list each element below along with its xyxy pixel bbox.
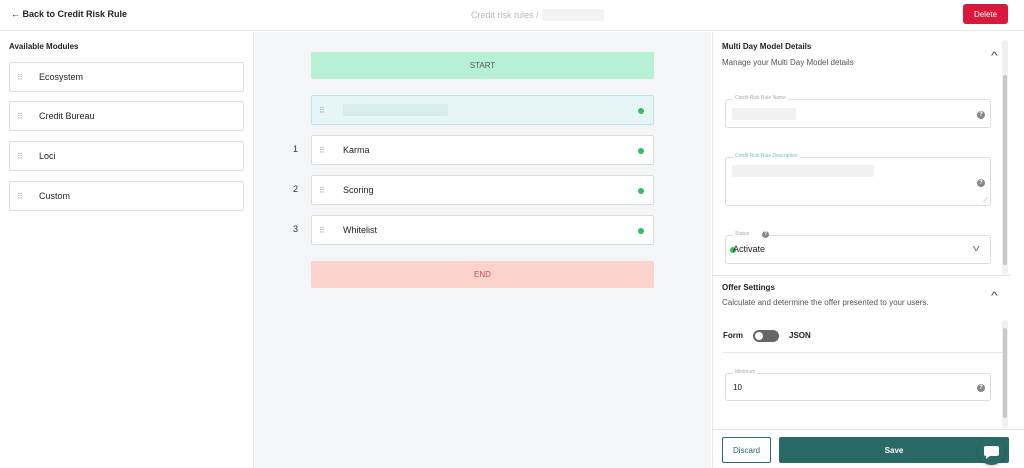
- drag-handle-icon[interactable]: ⠿: [17, 192, 29, 201]
- drag-handle-icon[interactable]: ⠿: [17, 73, 29, 82]
- rule-name-field[interactable]: Credit Risk Rule Name ?: [725, 95, 991, 128]
- rule-description-field[interactable]: Credit Risk Rule Description ? ⟋: [725, 153, 991, 206]
- resize-handle-icon[interactable]: ⟋: [983, 197, 988, 205]
- offer-title: Offer Settings: [722, 283, 775, 292]
- drag-handle-icon[interactable]: ⠿: [319, 146, 331, 155]
- module-custom[interactable]: ⠿ Custom: [9, 181, 244, 211]
- status-select[interactable]: Status ? Activate v: [725, 231, 991, 264]
- rule-name-label: Credit Risk Rule Name: [733, 95, 788, 101]
- help-icon[interactable]: ?: [762, 231, 769, 238]
- drag-handle-icon[interactable]: ⠿: [17, 112, 29, 121]
- details-description: Manage your Multi Day Model details: [722, 58, 854, 67]
- offer-scrollbar-thumb[interactable]: [1003, 328, 1007, 418]
- flow-step-scoring[interactable]: ⠿ Scoring: [311, 175, 654, 205]
- flow-step-karma[interactable]: ⠿ Karma: [311, 135, 654, 165]
- step-number: 1: [293, 144, 299, 154]
- module-label: Credit Bureau: [39, 111, 95, 121]
- section-divider: [723, 352, 1003, 353]
- step-number: 2: [293, 184, 299, 194]
- module-label: Custom: [39, 191, 71, 201]
- breadcrumb-text: Credit risk rules /: [471, 10, 539, 20]
- status-dot-icon: [638, 108, 644, 114]
- drag-handle-icon[interactable]: ⠿: [319, 226, 331, 235]
- minimum-label: Minimum: [733, 369, 758, 375]
- chevron-down-icon[interactable]: v: [973, 243, 980, 253]
- flow-end: END: [311, 261, 654, 288]
- step-label: Karma: [343, 145, 370, 155]
- module-label: Ecosystem: [39, 72, 84, 82]
- modules-title: Available Modules: [9, 42, 79, 51]
- rule-description-label: Credit Risk Rule Description: [733, 153, 800, 159]
- status-label: Status: [733, 231, 762, 237]
- save-button[interactable]: Save: [779, 437, 1009, 463]
- drag-handle-icon[interactable]: ⠿: [17, 152, 29, 161]
- chevron-up-icon[interactable]: ^: [991, 291, 998, 302]
- back-link[interactable]: ← Back to Credit Risk Rule: [11, 9, 127, 19]
- flow-start: START: [311, 52, 654, 79]
- step-label: Whitelist: [343, 225, 378, 235]
- flow-canvas: START ⠿ 1 ⠿ Karma 2 ⠿ Scoring 3 ⠿ Whitel…: [255, 32, 711, 468]
- status-dot-icon: [638, 228, 644, 234]
- form-json-toggle[interactable]: [753, 330, 779, 342]
- module-loci[interactable]: ⠿ Loci: [9, 141, 244, 171]
- drag-handle-icon[interactable]: ⠿: [319, 186, 331, 195]
- step-label: Scoring: [343, 185, 374, 195]
- chat-bubble-icon: [984, 446, 999, 459]
- status-dot-icon: [638, 188, 644, 194]
- flow-step-whitelist[interactable]: ⠿ Whitelist: [311, 215, 654, 245]
- section-divider: [713, 275, 1011, 276]
- module-credit-bureau[interactable]: ⠿ Credit Bureau: [9, 101, 244, 131]
- chat-button[interactable]: [978, 438, 1005, 465]
- footer-divider: [713, 429, 1024, 430]
- chevron-up-icon[interactable]: ^: [991, 51, 998, 62]
- details-scrollbar[interactable]: [1002, 40, 1008, 274]
- modules-panel: Available Modules ⠿ Ecosystem ⠿ Credit B…: [0, 32, 254, 468]
- rule-name-redacted: [732, 108, 796, 120]
- details-title: Multi Day Model Details: [722, 42, 812, 51]
- details-scrollbar-thumb[interactable]: [1003, 75, 1007, 265]
- offer-scrollbar[interactable]: [1002, 320, 1008, 428]
- discard-button[interactable]: Discard: [722, 437, 771, 463]
- module-label: Loci: [39, 151, 56, 161]
- toggle-knob: [755, 332, 763, 340]
- json-mode-label: JSON: [789, 331, 811, 340]
- rule-description-redacted: [732, 165, 874, 177]
- help-icon[interactable]: ?: [977, 111, 985, 119]
- minimum-field[interactable]: Minimum 10 ?: [725, 369, 991, 401]
- drag-handle-icon[interactable]: ⠿: [319, 106, 331, 115]
- flow-step-root[interactable]: ⠿: [311, 95, 654, 125]
- breadcrumb-redacted: [541, 9, 604, 21]
- details-panel: Multi Day Model Details Manage your Mult…: [712, 32, 1024, 468]
- step-number: 3: [293, 224, 299, 234]
- minimum-value: 10: [733, 383, 742, 392]
- form-mode-label: Form: [723, 331, 743, 340]
- status-dot-icon: [638, 148, 644, 154]
- module-ecosystem[interactable]: ⠿ Ecosystem: [9, 62, 244, 92]
- step-redacted-name: [343, 104, 448, 116]
- help-icon[interactable]: ?: [977, 384, 985, 392]
- breadcrumb: Credit risk rules /: [471, 9, 604, 21]
- help-icon[interactable]: ?: [977, 179, 985, 187]
- top-header: ← Back to Credit Risk Rule Credit risk r…: [0, 0, 1024, 31]
- offer-description: Calculate and determine the offer presen…: [722, 298, 929, 307]
- status-value: Activate: [733, 244, 766, 254]
- delete-button[interactable]: Delete: [963, 4, 1008, 24]
